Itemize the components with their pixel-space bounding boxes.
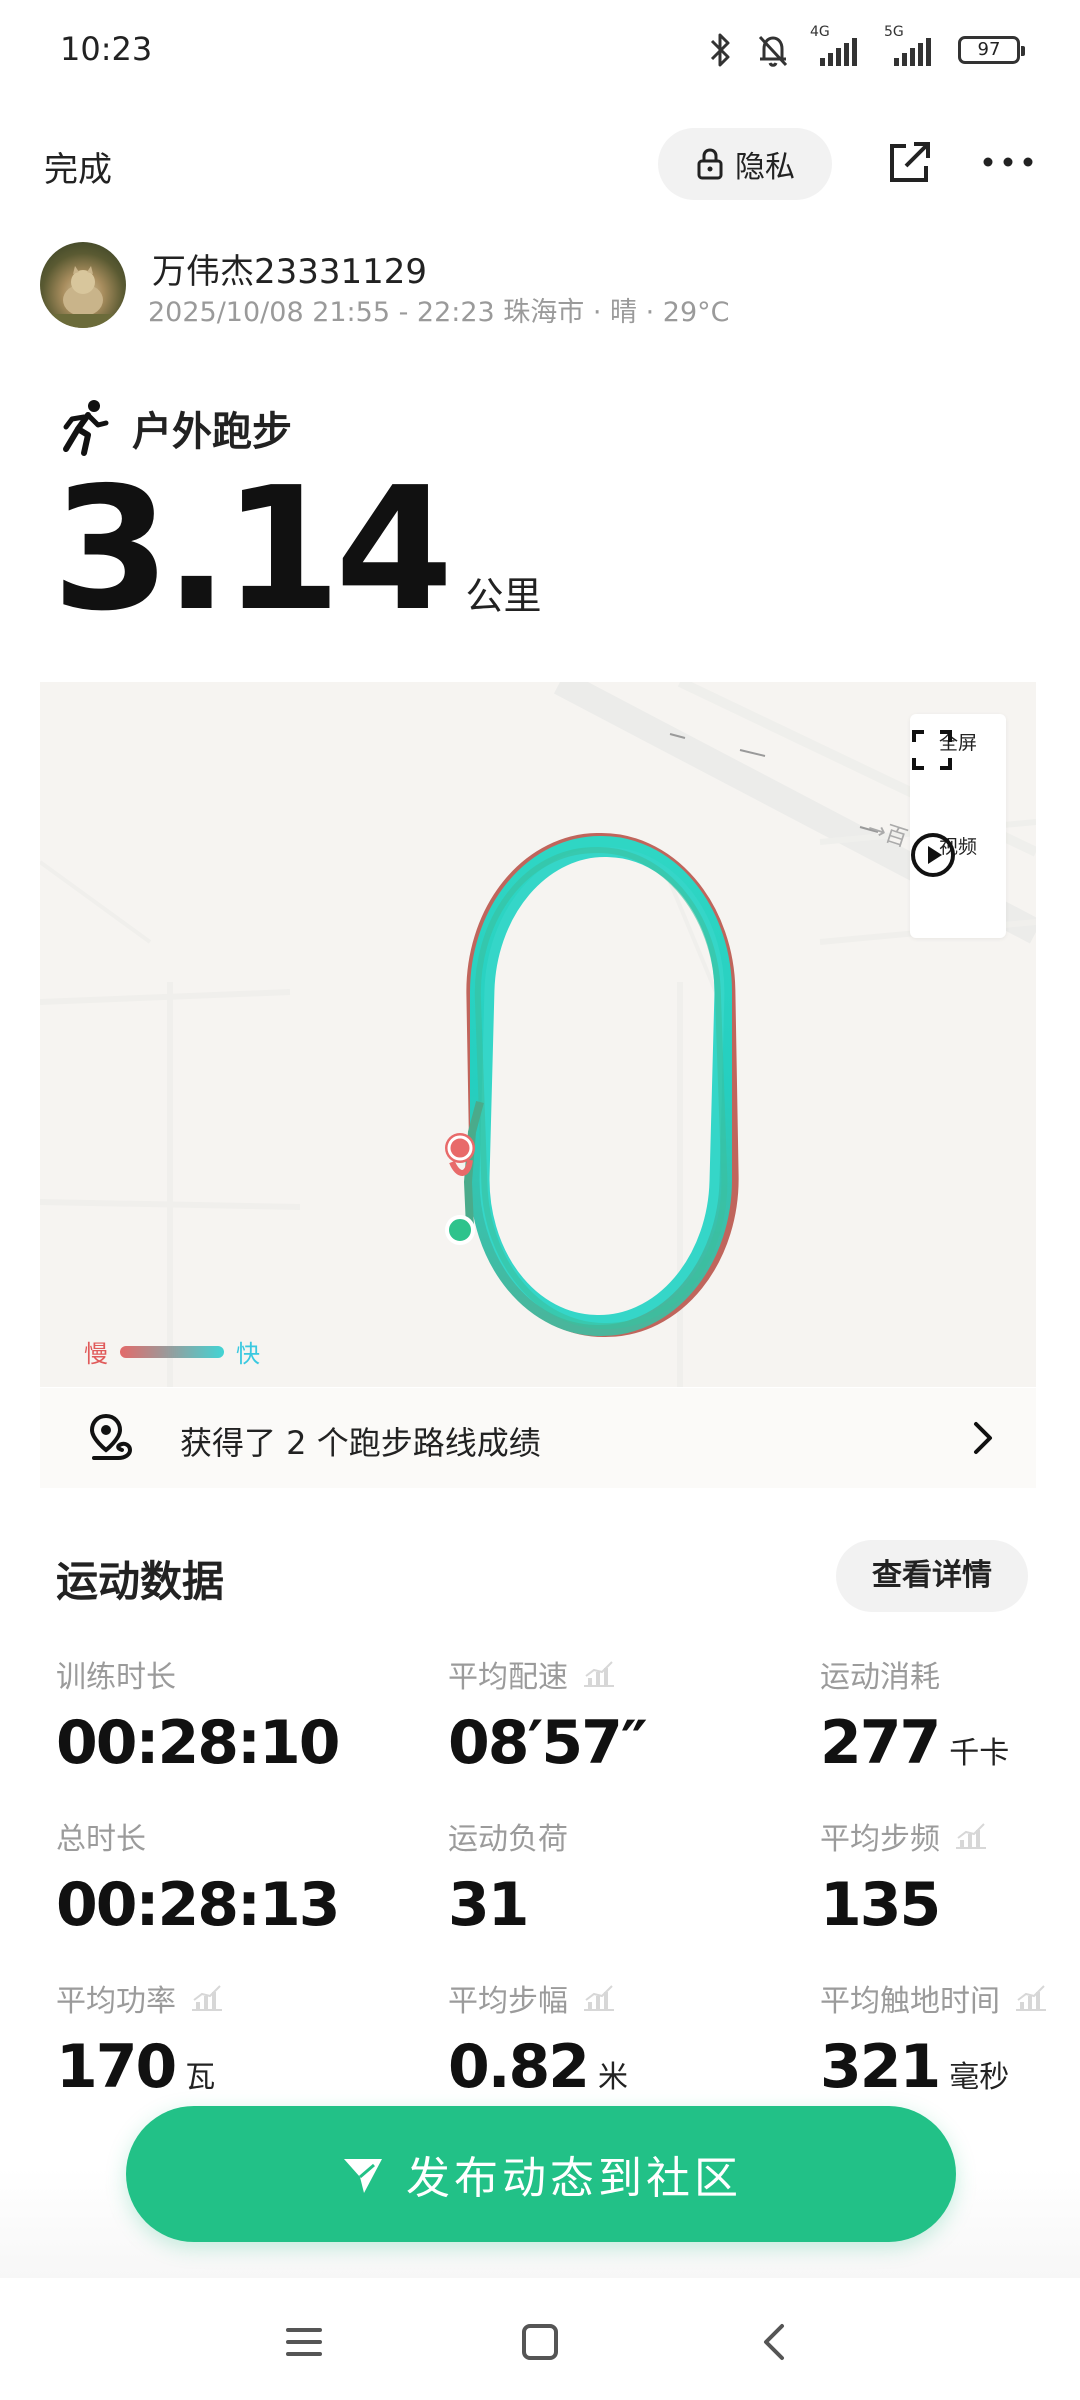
avatar[interactable] (40, 242, 126, 328)
stat-unit: 米 (598, 2060, 629, 2095)
trend-chart-icon (584, 1985, 614, 2011)
stat-training-load: 运动负荷 31 (448, 1814, 748, 1940)
send-icon (344, 2159, 382, 2193)
distance-value: 3.14 (52, 451, 453, 649)
publish-label: 发布动态到社区 (406, 2153, 742, 2204)
route-map[interactable]: →百 全屏 视频 慢 快 (40, 682, 1036, 1387)
stat-avg-pace[interactable]: 平均配速 08′57″ (448, 1652, 748, 1778)
stat-value: 277 (820, 1708, 941, 1778)
stat-training-duration: 训练时长 00:28:10 (56, 1652, 356, 1778)
stat-value: 135 (820, 1870, 941, 1940)
stat-value: 321 (820, 2032, 941, 2102)
fullscreen-icon (912, 730, 952, 770)
system-nav-bar (0, 2278, 1080, 2400)
top-bar: 完成 隐私 (0, 120, 1080, 210)
user-info: 万伟杰23331129 2025/10/08 21:55 - 22:23 珠海市… (40, 240, 1040, 330)
legend-fast: 快 (236, 1340, 260, 1368)
stat-label: 运动负荷 (448, 1822, 568, 1857)
trend-chart-icon (584, 1661, 614, 1687)
fullscreen-button[interactable]: 全屏 (910, 728, 1006, 770)
achievement-text: 获得了 2 个跑步路线成绩 (180, 1424, 541, 1462)
stat-label: 平均步幅 (448, 1984, 568, 2019)
status-bar: 10:23 4G 5G 97 (0, 0, 1080, 100)
privacy-label: 隐私 (735, 150, 795, 185)
stat-avg-power[interactable]: 平均功率 170 瓦 (56, 1976, 356, 2102)
running-icon (63, 400, 109, 456)
route-achievement-row[interactable]: 获得了 2 个跑步路线成绩 (40, 1388, 1036, 1488)
signal-5g-icon: 5G (884, 24, 940, 68)
legend-slow: 慢 (84, 1340, 108, 1368)
stat-value: 00:28:10 (56, 1708, 340, 1778)
cat-image (40, 266, 126, 328)
trend-chart-icon (192, 1985, 222, 2011)
stat-calories: 运动消耗 277 千卡 (820, 1652, 1080, 1778)
distance-display: 3.14 公里 (52, 451, 542, 649)
view-details-button[interactable]: 查看详情 (836, 1540, 1028, 1612)
pace-legend: 慢 快 (84, 1334, 260, 1369)
stat-unit: 千卡 (949, 1736, 1010, 1771)
map-controls: 全屏 视频 (910, 714, 1006, 938)
battery-icon: 97 (958, 36, 1025, 64)
stat-value: 170 (56, 2032, 177, 2102)
stat-label: 平均触地时间 (820, 1984, 1000, 2019)
stat-label: 运动消耗 (820, 1660, 940, 1695)
signal-4g-icon: 4G (810, 24, 866, 68)
done-button[interactable]: 完成 (44, 142, 112, 191)
stat-avg-ground-contact[interactable]: 平均触地时间 321 毫秒 (820, 1976, 1080, 2102)
stat-unit: 瓦 (185, 2060, 216, 2095)
more-icon[interactable] (980, 142, 1036, 182)
stat-label: 总时长 (56, 1822, 146, 1857)
menu-icon[interactable] (280, 2318, 328, 2366)
legend-gradient (120, 1345, 224, 1358)
stat-label: 平均配速 (448, 1660, 568, 1695)
play-icon (911, 833, 955, 877)
stat-label: 平均功率 (56, 1984, 176, 2019)
stat-unit: 毫秒 (949, 2060, 1010, 2095)
sport-label: 户外跑步 (132, 409, 292, 455)
distance-unit: 公里 (465, 574, 542, 618)
activity-meta: 2025/10/08 21:55 - 22:23 珠海市 · 晴 · 29°C (148, 297, 730, 328)
trend-chart-icon (1016, 1985, 1046, 2011)
lock-icon (697, 148, 723, 180)
route-pin-icon (89, 1413, 133, 1460)
stat-total-duration: 总时长 00:28:13 (56, 1814, 356, 1940)
section-title: 运动数据 (56, 1557, 225, 1606)
stat-label: 训练时长 (56, 1660, 176, 1695)
stat-value: 31 (448, 1870, 529, 1940)
bluetooth-icon (710, 33, 730, 67)
stat-avg-cadence[interactable]: 平均步频 135 (820, 1814, 1080, 1940)
share-icon[interactable] (886, 138, 934, 186)
status-time: 10:23 (60, 30, 153, 68)
stat-avg-stride[interactable]: 平均步幅 0.82 米 (448, 1976, 748, 2102)
trend-chart-icon (956, 1823, 986, 1849)
video-button[interactable]: 视频 (910, 832, 1006, 877)
publish-to-community-button[interactable]: 发布动态到社区 (126, 2106, 956, 2242)
privacy-button[interactable]: 隐私 (658, 128, 832, 200)
home-icon[interactable] (516, 2318, 564, 2366)
map-canvas: →百 (40, 682, 1036, 1387)
status-icons: 4G 5G 97 (704, 24, 1025, 70)
username: 万伟杰23331129 (152, 252, 428, 292)
back-icon[interactable] (752, 2318, 800, 2366)
stat-value: 0.82 (448, 2032, 590, 2102)
stat-value: 08′57″ (448, 1708, 648, 1778)
chevron-right-icon (974, 1422, 992, 1454)
stat-label: 平均步频 (820, 1822, 940, 1857)
stat-value: 00:28:13 (56, 1870, 340, 1940)
sport-type: 户外跑步 (58, 398, 292, 458)
bell-muted-icon (758, 35, 788, 67)
